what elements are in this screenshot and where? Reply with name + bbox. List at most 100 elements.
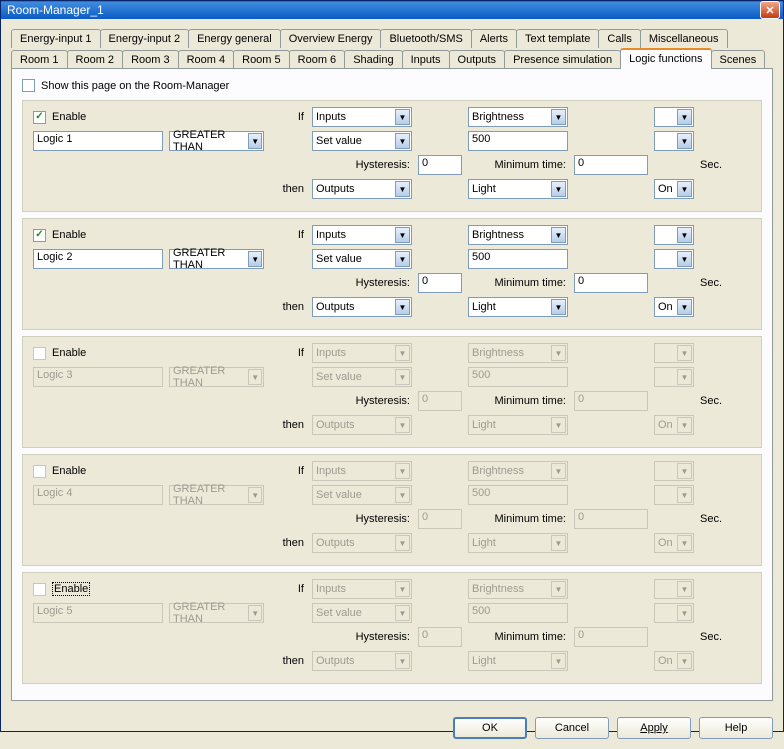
tab-room-4[interactable]: Room 4 bbox=[178, 50, 235, 69]
if-label: If bbox=[270, 347, 306, 359]
mintime-input[interactable]: 0 bbox=[574, 273, 648, 293]
chevron-down-icon: ▼ bbox=[551, 181, 566, 197]
chevron-down-icon: ▼ bbox=[248, 133, 262, 149]
if-property-combo[interactable]: Brightness▼ bbox=[468, 225, 568, 245]
close-icon[interactable]: ✕ bbox=[760, 1, 780, 19]
operator-combo[interactable]: GREATER THAN▼ bbox=[169, 249, 264, 269]
hysteresis-input[interactable]: 0 bbox=[418, 155, 462, 175]
then-property-combo[interactable]: Light▼ bbox=[468, 297, 568, 317]
tab-shading[interactable]: Shading bbox=[344, 50, 402, 69]
enable-checkbox[interactable] bbox=[33, 583, 46, 596]
then-target-combo[interactable]: Outputs▼ bbox=[312, 297, 412, 317]
mintime-label: Minimum time: bbox=[468, 513, 568, 525]
hysteresis-label: Hysteresis: bbox=[312, 513, 412, 525]
tab-scenes[interactable]: Scenes bbox=[711, 50, 766, 69]
cancel-button[interactable]: Cancel bbox=[535, 717, 609, 739]
tab-energy-general[interactable]: Energy general bbox=[188, 29, 281, 48]
if-source-combo: Inputs▼ bbox=[312, 579, 412, 599]
then-value-combo[interactable]: On▼ bbox=[654, 297, 694, 317]
setvalue-mode-combo: Set value▼ bbox=[312, 603, 412, 623]
tab-logic-functions[interactable]: Logic functions bbox=[620, 48, 711, 69]
tab-bluetooth-sms[interactable]: Bluetooth/SMS bbox=[380, 29, 471, 48]
tab-outputs[interactable]: Outputs bbox=[449, 50, 506, 69]
enable-checkbox[interactable] bbox=[33, 347, 46, 360]
logic-name-input[interactable]: Logic 1 bbox=[33, 131, 163, 151]
tab-miscellaneous[interactable]: Miscellaneous bbox=[640, 29, 728, 48]
chevron-down-icon: ▼ bbox=[248, 605, 262, 621]
chevron-down-icon: ▼ bbox=[677, 605, 692, 621]
if-property-combo: Brightness▼ bbox=[468, 343, 568, 363]
tab-alerts[interactable]: Alerts bbox=[471, 29, 517, 48]
then-value-combo[interactable]: On▼ bbox=[654, 179, 694, 199]
window: Room-Manager_1 ✕ Energy-input 1Energy-in… bbox=[0, 0, 784, 732]
tab-room-6[interactable]: Room 6 bbox=[289, 50, 346, 69]
chevron-down-icon: ▼ bbox=[677, 653, 692, 669]
setvalue-extra-combo[interactable]: ▼ bbox=[654, 249, 694, 269]
tab-row-1: Energy-input 1Energy-input 2Energy gener… bbox=[11, 27, 773, 48]
tab-pane-logic-functions: Show this page on the Room-Manager Enabl… bbox=[11, 68, 773, 701]
chevron-down-icon: ▼ bbox=[248, 251, 262, 267]
if-extra-combo[interactable]: ▼ bbox=[654, 107, 694, 127]
chevron-down-icon: ▼ bbox=[677, 345, 692, 361]
if-source-combo[interactable]: Inputs▼ bbox=[312, 225, 412, 245]
show-page-checkbox[interactable] bbox=[22, 79, 35, 92]
tab-calls[interactable]: Calls bbox=[598, 29, 640, 48]
then-target-combo[interactable]: Outputs▼ bbox=[312, 179, 412, 199]
tab-room-1[interactable]: Room 1 bbox=[11, 50, 68, 69]
then-value-combo: On▼ bbox=[654, 533, 694, 553]
help-button[interactable]: Help bbox=[699, 717, 773, 739]
then-property-combo: Light▼ bbox=[468, 651, 568, 671]
then-property-combo[interactable]: Light▼ bbox=[468, 179, 568, 199]
tab-overview-energy[interactable]: Overview Energy bbox=[280, 29, 382, 48]
chevron-down-icon: ▼ bbox=[248, 369, 262, 385]
setvalue-input[interactable]: 500 bbox=[468, 249, 568, 269]
enable-checkbox[interactable] bbox=[33, 229, 46, 242]
mintime-input[interactable]: 0 bbox=[574, 155, 648, 175]
hysteresis-label: Hysteresis: bbox=[312, 159, 412, 171]
chevron-down-icon: ▼ bbox=[395, 227, 410, 243]
chevron-down-icon: ▼ bbox=[395, 463, 410, 479]
seconds-label: Sec. bbox=[700, 631, 730, 643]
operator-combo: GREATER THAN▼ bbox=[169, 367, 264, 387]
tab-energy-input-2[interactable]: Energy-input 2 bbox=[100, 29, 190, 48]
tab-row-2: Room 1Room 2Room 3Room 4Room 5Room 6Shad… bbox=[11, 48, 773, 69]
chevron-down-icon: ▼ bbox=[395, 181, 410, 197]
ok-button[interactable]: OK bbox=[453, 717, 527, 739]
seconds-label: Sec. bbox=[700, 395, 730, 407]
operator-combo[interactable]: GREATER THAN▼ bbox=[169, 131, 264, 151]
setvalue-mode-combo[interactable]: Set value▼ bbox=[312, 131, 412, 151]
tab-room-3[interactable]: Room 3 bbox=[122, 50, 179, 69]
then-label: then bbox=[270, 419, 306, 431]
then-target-combo: Outputs▼ bbox=[312, 533, 412, 553]
if-extra-combo: ▼ bbox=[654, 461, 694, 481]
setvalue-extra-combo[interactable]: ▼ bbox=[654, 131, 694, 151]
if-extra-combo[interactable]: ▼ bbox=[654, 225, 694, 245]
tab-room-5[interactable]: Room 5 bbox=[233, 50, 290, 69]
chevron-down-icon: ▼ bbox=[677, 133, 692, 149]
tab-presence-simulation[interactable]: Presence simulation bbox=[504, 50, 621, 69]
then-label: then bbox=[270, 655, 306, 667]
logic-name-input: Logic 5 bbox=[33, 603, 163, 623]
chevron-down-icon: ▼ bbox=[677, 417, 692, 433]
if-property-combo[interactable]: Brightness▼ bbox=[468, 107, 568, 127]
chevron-down-icon: ▼ bbox=[551, 653, 566, 669]
chevron-down-icon: ▼ bbox=[551, 535, 566, 551]
tab-text-template[interactable]: Text template bbox=[516, 29, 599, 48]
chevron-down-icon: ▼ bbox=[395, 605, 410, 621]
setvalue-input[interactable]: 500 bbox=[468, 131, 568, 151]
tab-room-2[interactable]: Room 2 bbox=[67, 50, 124, 69]
chevron-down-icon: ▼ bbox=[551, 299, 566, 315]
mintime-label: Minimum time: bbox=[468, 277, 568, 289]
chevron-down-icon: ▼ bbox=[551, 345, 566, 361]
if-source-combo[interactable]: Inputs▼ bbox=[312, 107, 412, 127]
tab-inputs[interactable]: Inputs bbox=[402, 50, 450, 69]
apply-button[interactable]: Apply bbox=[617, 717, 691, 739]
enable-checkbox[interactable] bbox=[33, 465, 46, 478]
if-label: If bbox=[270, 229, 306, 241]
hysteresis-input[interactable]: 0 bbox=[418, 273, 462, 293]
tab-energy-input-1[interactable]: Energy-input 1 bbox=[11, 29, 101, 48]
logic-name-input[interactable]: Logic 2 bbox=[33, 249, 163, 269]
enable-checkbox[interactable] bbox=[33, 111, 46, 124]
setvalue-mode-combo[interactable]: Set value▼ bbox=[312, 249, 412, 269]
chevron-down-icon: ▼ bbox=[395, 109, 410, 125]
